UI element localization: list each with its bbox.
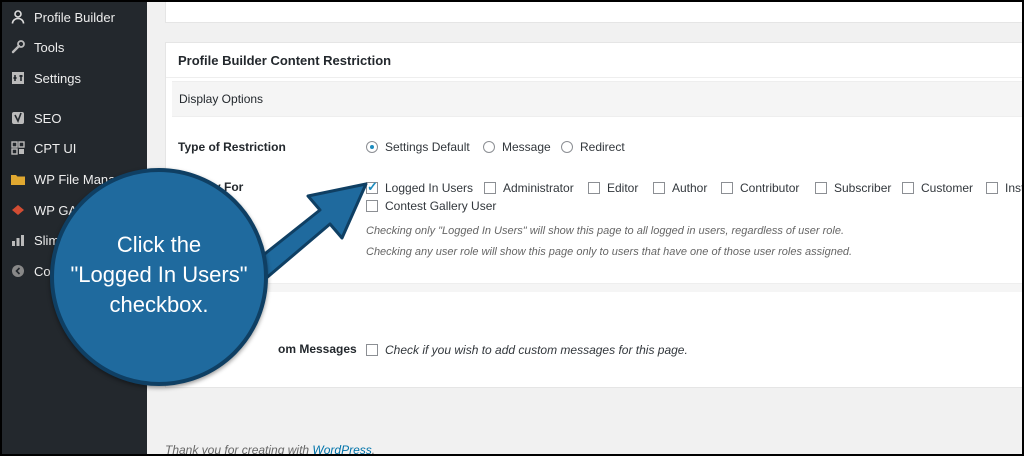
screenshot-frame: Profile Builder Tools Settings SEO CPT U… bbox=[0, 0, 1024, 456]
callout-text: Click the "Logged In Users" checkbox. bbox=[54, 230, 264, 320]
callout-line-3: checkbox. bbox=[109, 292, 209, 317]
callout-line-1: Click the bbox=[116, 232, 202, 257]
callout-line-2: "Logged In Users" bbox=[70, 262, 248, 287]
